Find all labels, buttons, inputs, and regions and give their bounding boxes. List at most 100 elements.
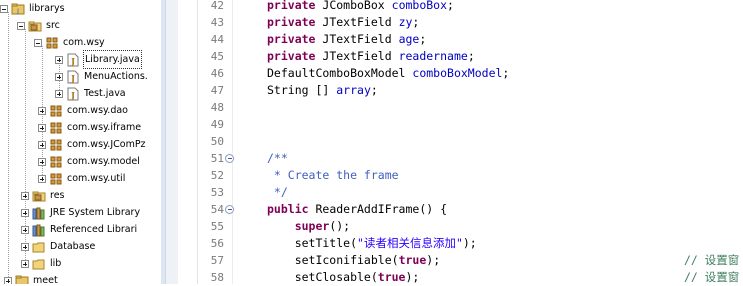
code-line[interactable]: */	[267, 184, 288, 201]
code-token: comboBox	[391, 0, 448, 12]
tree-item-librarys[interactable]: J librarys	[0, 0, 65, 17]
tree-item-test-java[interactable]: J Test.java	[55, 85, 126, 102]
code-token: private	[267, 15, 323, 29]
tree-item-label: com.wsy.model	[67, 156, 140, 167]
tree-item-menuactions[interactable]: J MenuActions.	[55, 68, 148, 85]
tree-item-src[interactable]: src	[17, 17, 60, 34]
expand-toggle-icon[interactable]	[21, 259, 29, 268]
code-token: DefaultComboBoxModel	[267, 66, 413, 80]
tree-item-database[interactable]: Database	[21, 238, 95, 255]
code-token: private	[267, 49, 323, 63]
code-token: public	[267, 202, 316, 216]
code-line[interactable]: String [] array;	[267, 82, 378, 99]
code-line[interactable]: setClosable(true);	[267, 269, 420, 286]
folder-icon	[32, 257, 46, 271]
tree-item-lib[interactable]: lib	[21, 255, 61, 272]
tree-item-library-java[interactable]: J Library.java	[55, 50, 142, 69]
java-file-icon: J	[66, 87, 80, 101]
expand-toggle-icon[interactable]	[55, 89, 63, 98]
code-token: * Create the frame	[267, 168, 399, 182]
code-token: private	[267, 0, 323, 12]
expand-toggle-icon[interactable]	[21, 225, 29, 234]
code-line[interactable]: * Create the frame	[267, 167, 399, 184]
code-token: String []	[267, 83, 337, 97]
folder-icon	[32, 240, 46, 254]
expand-toggle-icon[interactable]	[38, 123, 46, 132]
tree-item-label: src	[46, 20, 60, 31]
code-line[interactable]: public ReaderAddIFrame() {	[267, 201, 447, 218]
fold-collapse-icon[interactable]	[225, 205, 234, 214]
line-number: 43	[210, 16, 224, 29]
expand-toggle-icon[interactable]	[21, 242, 29, 251]
code-token: true	[377, 270, 406, 284]
tree-item-label: com.wsy.JComPz	[67, 139, 146, 150]
package-icon	[49, 104, 63, 118]
tree-item-jre-system-library[interactable]: JRE System Library	[21, 204, 140, 221]
expand-toggle-icon[interactable]	[38, 174, 46, 183]
tree-item-label: Library.java	[83, 50, 142, 69]
collapse-toggle-icon[interactable]	[0, 4, 8, 13]
code-token: age	[398, 32, 420, 46]
expand-toggle-icon[interactable]	[38, 106, 46, 115]
code-line[interactable]: super();	[267, 218, 350, 235]
line-comment: // 设置窗	[684, 253, 740, 267]
code-line[interactable]: private JTextField zy;	[267, 14, 419, 31]
line-number: 46	[210, 67, 224, 80]
tree-item-referenced-libraries[interactable]: Referenced Librari	[21, 221, 137, 238]
code-token: readername	[398, 49, 468, 63]
code-line[interactable]: private JTextField age;	[267, 31, 426, 48]
code-token: setIconifiable(	[267, 253, 399, 267]
tree-item-label: com.wsy	[63, 37, 105, 48]
expand-toggle-icon[interactable]	[4, 276, 12, 284]
tree-item-com-wsy-model[interactable]: com.wsy.model	[38, 153, 140, 170]
tree-item-label: MenuActions.	[84, 71, 148, 82]
tree-item-com-wsy-util[interactable]: com.wsy.util	[38, 170, 125, 187]
tree-item-com-wsy-jcompz[interactable]: com.wsy.JComPz	[38, 136, 146, 153]
java-project-icon: J	[11, 2, 25, 16]
gutter-separator	[232, 0, 233, 284]
tree-item-label: JRE System Library	[50, 207, 141, 218]
package-icon	[45, 36, 59, 50]
fold-collapse-icon[interactable]	[225, 154, 234, 163]
tree-item-label: meet	[33, 275, 58, 284]
package-icon	[49, 172, 63, 186]
code-token: ReaderAddIFrame() {	[315, 202, 448, 216]
tree-item-com-wsy-iframe[interactable]: com.wsy.iframe	[38, 119, 141, 136]
expand-toggle-icon[interactable]	[21, 191, 29, 200]
code-token: JTextField	[322, 32, 399, 46]
code-line[interactable]: DefaultComboBoxModel comboBoxModel;	[267, 65, 509, 82]
code-line[interactable]: private JTextField readername;	[267, 48, 475, 65]
collapse-toggle-icon[interactable]	[34, 38, 42, 47]
java-file-icon: J	[66, 70, 80, 84]
tree-item-res[interactable]: res	[21, 187, 65, 204]
expand-toggle-icon[interactable]	[55, 55, 63, 64]
expand-toggle-icon[interactable]	[38, 157, 46, 166]
expand-toggle-icon[interactable]	[55, 72, 63, 81]
code-token: true	[398, 253, 427, 267]
code-token: ();	[329, 219, 351, 233]
code-line[interactable]: private JComboBox comboBox;	[267, 0, 454, 14]
code-token: array	[336, 83, 371, 97]
package-icon	[49, 138, 63, 152]
tree-item-label: com.wsy.util	[67, 173, 126, 184]
code-token: );	[405, 270, 420, 284]
tree-item-meet[interactable]: meet	[4, 272, 58, 284]
code-line[interactable]: setTitle("读者相关信息添加");	[267, 235, 477, 252]
line-number: 42	[210, 0, 224, 12]
code-token: );	[426, 253, 441, 267]
code-token: /**	[267, 151, 288, 165]
line-number: 49	[210, 118, 224, 131]
package-icon	[49, 155, 63, 169]
collapse-toggle-icon[interactable]	[17, 21, 25, 30]
expand-toggle-icon[interactable]	[38, 140, 46, 149]
code-token: setTitle(	[267, 236, 358, 250]
explorer-scrollbar[interactable]	[165, 0, 178, 284]
expand-toggle-icon[interactable]	[21, 208, 29, 217]
code-line[interactable]: /**	[267, 150, 288, 167]
code-token: ;	[412, 15, 420, 29]
tree-item-com-wsy-dao[interactable]: com.wsy.dao	[38, 102, 128, 119]
code-line[interactable]: setIconifiable(true);	[267, 252, 440, 269]
package-icon	[49, 121, 63, 135]
tree-item-com-wsy[interactable]: com.wsy	[34, 34, 105, 51]
